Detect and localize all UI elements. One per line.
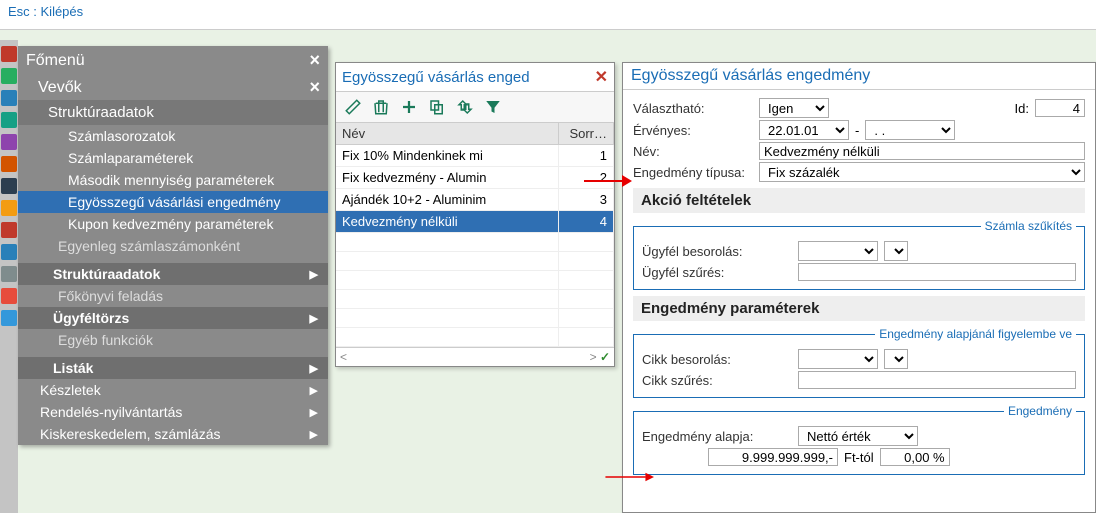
table-row bbox=[336, 271, 614, 290]
chevron-right-icon: ▶ bbox=[310, 312, 318, 325]
engedmeny-legend: Engedmény bbox=[1004, 404, 1076, 418]
menu-item-szamlasorozatok[interactable]: Számlasorozatok bbox=[18, 125, 328, 147]
cikkbes-select[interactable] bbox=[798, 349, 878, 369]
vevok-label: Vevők bbox=[38, 79, 82, 97]
list-panel-title: Egyösszegű vásárlás enged ✕ bbox=[336, 63, 614, 92]
close-icon[interactable]: ✕ bbox=[595, 67, 608, 87]
ugyfelszur-label: Ügyfél szűrés: bbox=[642, 265, 792, 280]
table-row[interactable]: Fix 10% Mindenkinek mi1 bbox=[336, 145, 614, 167]
edit-icon[interactable] bbox=[340, 94, 366, 120]
engtip-select[interactable]: Fix százalék bbox=[759, 162, 1085, 182]
menu-root-kisker[interactable]: Kiskereskedelem, számlázás ▶ bbox=[18, 423, 328, 445]
close-icon[interactable]: × bbox=[309, 50, 320, 71]
menu-item-szamlaparameterek[interactable]: Számlaparaméterek bbox=[18, 147, 328, 169]
menu-section-listak[interactable]: Listák ▶ bbox=[18, 357, 328, 379]
table-row bbox=[336, 328, 614, 347]
ervenyes-from-select[interactable]: 22.01.01 bbox=[759, 120, 849, 140]
table-row[interactable]: Ajándék 10+2 - Aluminim3 bbox=[336, 189, 614, 211]
delete-icon[interactable] bbox=[368, 94, 394, 120]
main-menu-panel: Főmenü × Vevők × Struktúraadatok Számlas… bbox=[18, 46, 328, 445]
akcio-header: Akció feltételek bbox=[633, 188, 1085, 213]
menu-item-masodik-mennyiseg[interactable]: Második mennyiség paraméterek bbox=[18, 169, 328, 191]
menu-item-egyeb[interactable]: Egyéb funkciók bbox=[18, 329, 328, 351]
left-icon-strip bbox=[0, 40, 18, 513]
scroll-right-icon[interactable]: > bbox=[590, 350, 597, 364]
menu-item-egyosszegu[interactable]: Egyösszegű vásárlási engedmény bbox=[18, 191, 328, 213]
close-icon[interactable]: × bbox=[309, 77, 320, 98]
main-menu-subtitle: Vevők × bbox=[18, 75, 328, 100]
reorder-icon[interactable] bbox=[452, 94, 478, 120]
table-row bbox=[336, 309, 614, 328]
fttol-label: Ft-tól bbox=[844, 450, 874, 465]
list-table: Név Sorr… Fix 10% Mindenkinek mi1 Fix ke… bbox=[336, 123, 614, 347]
topbar: Esc : Kilépés bbox=[0, 0, 1096, 30]
chevron-right-icon: ▶ bbox=[310, 384, 318, 397]
menu-root-keszletek[interactable]: Készletek ▶ bbox=[18, 379, 328, 401]
table-row[interactable]: Fix kedvezmény - Alumin2 bbox=[336, 167, 614, 189]
cikkbes-select2[interactable] bbox=[884, 349, 908, 369]
menu-root-rendeles[interactable]: Rendelés-nyilvántartás ▶ bbox=[18, 401, 328, 423]
scroll-left-icon[interactable]: < bbox=[340, 350, 347, 364]
list-panel: Egyösszegű vásárlás enged ✕ Név Sorr… Fi… bbox=[335, 62, 615, 367]
cikkszur-input[interactable] bbox=[798, 371, 1076, 389]
menu-section-ugyfeltorzs[interactable]: Ügyféltörzs ▶ bbox=[18, 307, 328, 329]
valaszthato-select[interactable]: Igen bbox=[759, 98, 829, 118]
chevron-right-icon: ▶ bbox=[310, 362, 318, 375]
menu-item-egyenleg[interactable]: Egyenleg számlaszámonként bbox=[18, 235, 328, 257]
esc-label[interactable]: Esc : Kilépés bbox=[8, 4, 83, 19]
chevron-right-icon: ▶ bbox=[310, 428, 318, 441]
ervenyes-label: Érvényes: bbox=[633, 123, 753, 138]
engalapjanal-fieldset: Engedmény alapjánál figyelembe ve Cikk b… bbox=[633, 327, 1085, 398]
szamla-szukites-legend: Számla szűkítés bbox=[981, 219, 1076, 233]
ugyfelbes-select2[interactable] bbox=[884, 241, 908, 261]
table-row bbox=[336, 233, 614, 252]
checkmark-icon[interactable]: ✓ bbox=[600, 350, 610, 364]
engedmeny-fieldset: Engedmény Engedmény alapja: Nettó érték … bbox=[633, 404, 1085, 475]
filter-icon[interactable] bbox=[480, 94, 506, 120]
percent-input[interactable] bbox=[880, 448, 950, 466]
add-icon[interactable] bbox=[396, 94, 422, 120]
table-row bbox=[336, 290, 614, 309]
col-nev[interactable]: Név bbox=[336, 123, 559, 145]
main-menu-titlebar: Főmenü × bbox=[18, 46, 328, 75]
szamla-szukites-fieldset: Számla szűkítés Ügyfél besorolás: Ügyfél… bbox=[633, 219, 1085, 290]
ugyfelbes-label: Ügyfél besorolás: bbox=[642, 244, 792, 259]
form-panel-title: Egyösszegű vásárlás engedmény bbox=[623, 63, 1095, 90]
amount-input[interactable] bbox=[708, 448, 838, 466]
chevron-right-icon: ▶ bbox=[310, 406, 318, 419]
ugyfelbes-select[interactable] bbox=[798, 241, 878, 261]
valaszthato-label: Választható: bbox=[633, 101, 753, 116]
menu-item-fokonyvi[interactable]: Főkönyvi feladás bbox=[18, 285, 328, 307]
ugyfelszur-input[interactable] bbox=[798, 263, 1076, 281]
nev-input[interactable] bbox=[759, 142, 1085, 160]
engalapjanal-legend: Engedmény alapjánál figyelembe ve bbox=[875, 327, 1076, 341]
engtip-label: Engedmény típusa: bbox=[633, 165, 753, 180]
table-row[interactable]: Kedvezmény nélküli4 bbox=[336, 211, 614, 233]
menu-item-kupon[interactable]: Kupon kedvezmény paraméterek bbox=[18, 213, 328, 235]
copy-icon[interactable] bbox=[424, 94, 450, 120]
cikkbes-label: Cikk besorolás: bbox=[642, 352, 792, 367]
table-row bbox=[336, 252, 614, 271]
chevron-right-icon: ▶ bbox=[310, 268, 318, 281]
id-label: Id: bbox=[1015, 101, 1029, 116]
nev-label: Név: bbox=[633, 144, 753, 159]
form-panel: Egyösszegű vásárlás engedmény Választhat… bbox=[622, 62, 1096, 513]
col-sorr[interactable]: Sorr… bbox=[559, 123, 614, 145]
engparam-header: Engedmény paraméterek bbox=[633, 296, 1085, 321]
menu-section-structdata[interactable]: Struktúraadatok ▶ bbox=[18, 263, 328, 285]
engalapja-label: Engedmény alapja: bbox=[642, 429, 792, 444]
engalapja-select[interactable]: Nettó érték bbox=[798, 426, 918, 446]
ervenyes-to-select[interactable]: . . bbox=[865, 120, 955, 140]
list-toolbar bbox=[336, 92, 614, 123]
main-menu-title: Főmenü bbox=[26, 52, 85, 70]
cikkszur-label: Cikk szűrés: bbox=[642, 373, 792, 388]
structdata-header[interactable]: Struktúraadatok bbox=[18, 100, 328, 125]
id-field[interactable] bbox=[1035, 99, 1085, 117]
grid-footer: < > ✓ bbox=[336, 347, 614, 366]
